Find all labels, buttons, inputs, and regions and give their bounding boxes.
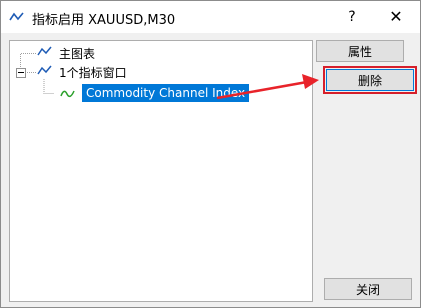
- collapse-toggle[interactable]: [16, 68, 26, 78]
- close-button[interactable]: 关闭: [324, 278, 412, 300]
- chart-line-icon: [37, 46, 52, 56]
- window-title: 指标启用 XAUUSD,M30: [32, 13, 176, 28]
- tree-item-label: 主图表: [59, 47, 96, 61]
- tree-item-cci[interactable]: Commodity Channel Index: [82, 84, 250, 102]
- help-button[interactable]: ?: [340, 5, 364, 29]
- close-window-button[interactable]: ✕: [384, 5, 408, 29]
- dialog-window: 指标启用 XAUUSD,M30 ? ✕ 主图表 1个指标窗口 Commodity…: [0, 0, 421, 308]
- cci-indicator-icon: [60, 90, 75, 98]
- delete-button[interactable]: 删除: [323, 66, 417, 94]
- indicator-tree[interactable]: 主图表 1个指标窗口 Commodity Channel Index: [9, 40, 313, 302]
- indicator-icon: [9, 12, 24, 21]
- chart-line-icon: [37, 65, 52, 75]
- tree-item-label: 1个指标窗口: [59, 66, 127, 80]
- properties-button[interactable]: 属性: [316, 40, 404, 62]
- title-bar: 指标启用 XAUUSD,M30 ? ✕: [1, 1, 420, 33]
